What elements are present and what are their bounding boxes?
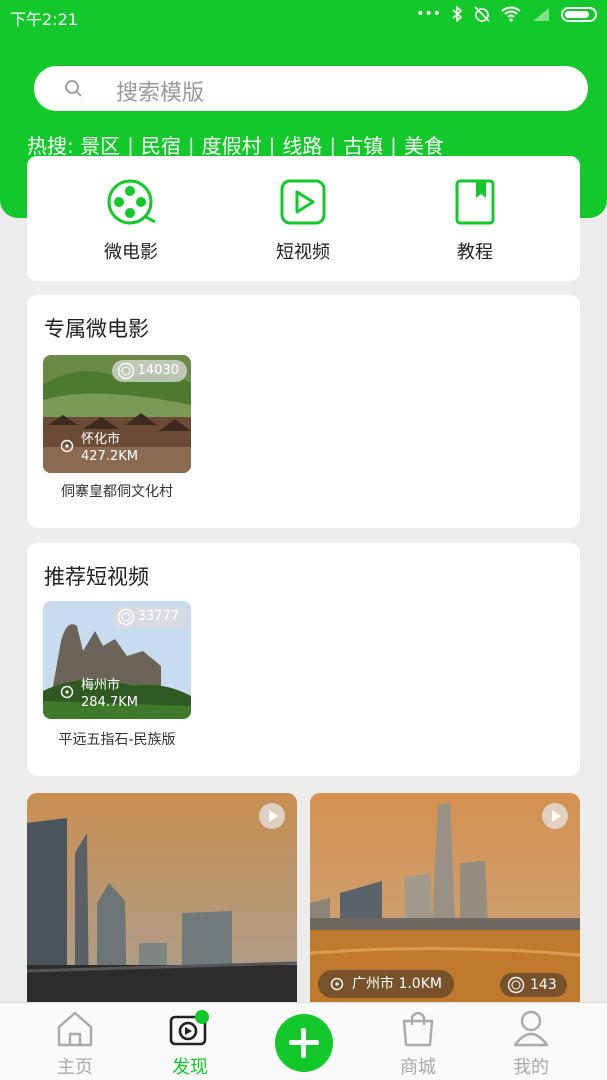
alarm-off-icon <box>474 6 490 22</box>
camera-icon <box>169 1010 209 1046</box>
seal-icon <box>117 608 134 626</box>
status-time: 下午2:21 <box>10 10 78 29</box>
seal-icon <box>117 362 134 380</box>
tab-label: 商城 <box>400 1057 436 1078</box>
quick-item-label: 教程 <box>457 242 493 263</box>
hot-item[interactable]: 美食 <box>404 134 444 158</box>
view-count-badge: 33777 <box>111 606 187 628</box>
quick-tutorial-button[interactable]: 教程 <box>420 178 530 264</box>
status-icons: ••• <box>416 5 597 23</box>
card-title: 平远五指石-民族版 <box>58 732 176 748</box>
user-icon <box>513 1010 549 1047</box>
view-count: 33777 <box>137 609 179 624</box>
distance: 284.7KM <box>81 695 138 710</box>
hot-item[interactable]: 古镇 <box>343 134 383 158</box>
signal-icon <box>533 8 549 21</box>
hot-label: 热搜: <box>27 134 74 158</box>
tab-label: 主页 <box>57 1057 93 1078</box>
location-icon <box>330 977 344 991</box>
view-count: 14030 <box>137 363 179 378</box>
feed-video-card[interactable]: 广州市 1.0KM 143 <box>310 793 580 1008</box>
play-icon[interactable] <box>259 803 285 829</box>
status-bar: 下午2:21 ••• <box>0 0 607 32</box>
tab-home[interactable]: 主页 <box>35 1009 115 1079</box>
search-icon <box>65 80 82 97</box>
quick-short-video-button[interactable]: 短视频 <box>248 178 358 264</box>
hot-item[interactable]: 度假村 <box>202 134 262 158</box>
location-text: 怀化市 427.2KM <box>81 431 138 465</box>
micro-film-card[interactable]: 14030 怀化市 427.2KM <box>43 355 191 473</box>
tab-label: 发现 <box>172 1057 208 1078</box>
tab-mall[interactable]: 商城 <box>378 1009 458 1079</box>
bottom-tab-bar: 主页 发现 商城 我的 <box>0 1002 607 1080</box>
hot-item[interactable]: 民宿 <box>141 134 181 158</box>
location-text: 梅州市 284.7KM <box>81 677 138 711</box>
quick-item-label: 微电影 <box>104 242 158 263</box>
card-title: 侗寨皇都侗文化村 <box>61 484 173 500</box>
hot-item[interactable]: 线路 <box>282 134 322 158</box>
city-skyline-thumbnail <box>27 793 297 1008</box>
shopping-bag-icon <box>402 1011 434 1047</box>
view-count-badge: 143 <box>500 973 567 997</box>
play-icon[interactable] <box>542 803 568 829</box>
play-square-icon <box>280 179 326 225</box>
battery-icon <box>561 6 597 22</box>
short-video-card[interactable]: 33777 梅州市 284.7KM <box>43 601 191 719</box>
city-name: 怀化市 <box>81 432 121 447</box>
view-count: 143 <box>530 977 557 993</box>
bluetooth-icon <box>452 6 463 22</box>
short-video-section: 推荐短视频 33777 梅州市 284.7KM 平远五指石-民族版 <box>27 543 580 776</box>
search-placeholder: 搜索模版 <box>116 81 205 106</box>
quick-micro-film-button[interactable]: 微电影 <box>76 178 186 264</box>
location-icon <box>60 685 74 699</box>
location-text: 广州市 1.0KM <box>352 976 442 992</box>
wifi-icon <box>501 6 521 22</box>
film-reel-icon <box>107 179 156 225</box>
view-count-badge: 14030 <box>111 360 187 382</box>
city-name: 梅州市 <box>81 678 121 693</box>
distance: 427.2KM <box>81 449 138 464</box>
micro-film-section: 专属微电影 14030 怀化市 427.2KM 侗寨皇都侗文化村 <box>27 295 580 528</box>
tab-profile[interactable]: 我的 <box>491 1009 571 1079</box>
location-pill: 广州市 1.0KM <box>318 970 454 998</box>
bookmark-book-icon <box>455 179 495 225</box>
quick-item-label: 短视频 <box>276 242 330 263</box>
feed-video-card[interactable] <box>27 793 297 1008</box>
section-title: 专属微电影 <box>44 317 149 341</box>
search-input[interactable]: 搜索模版 <box>34 66 588 111</box>
hot-searches: 热搜: 景区 | 民宿 | 度假村 | 线路 | 古镇 | 美食 <box>27 134 444 158</box>
tab-label: 我的 <box>513 1057 549 1078</box>
section-title: 推荐短视频 <box>44 565 149 589</box>
create-plus-button[interactable] <box>275 1014 333 1072</box>
hot-item[interactable]: 景区 <box>80 134 120 158</box>
home-icon <box>57 1011 93 1047</box>
more-dots-icon: ••• <box>416 6 441 22</box>
tab-discover[interactable]: 发现 <box>150 1009 230 1079</box>
location-icon <box>60 439 74 453</box>
quick-actions: 微电影 短视频 教程 <box>27 156 580 281</box>
seal-icon <box>507 976 525 994</box>
